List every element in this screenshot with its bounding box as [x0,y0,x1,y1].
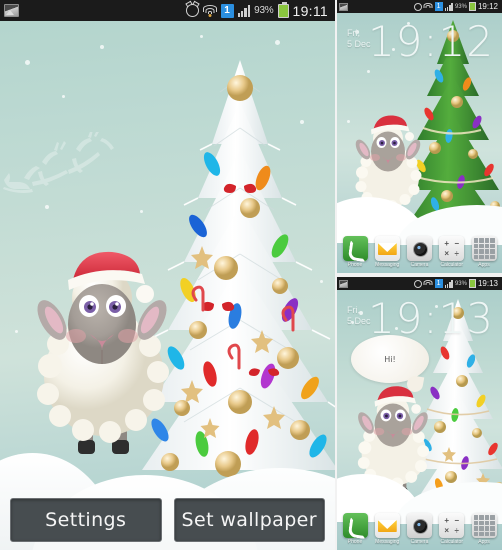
battery-icon [468,279,476,288]
wifi-icon [423,2,433,11]
phone-icon [342,513,368,538]
homescreen-preview-2: Hi! Fri, 5 Dec 19:13 1 93% 19:13 Phone M… [337,277,502,550]
dock-label: Messaging [375,539,400,545]
screenshot-stage: 1 93% 19:11 Settings Set wallpaper Fri, … [0,0,502,550]
alarm-clock-icon [185,4,199,17]
dock-item-apps[interactable]: Apps [469,513,499,545]
calculator-icon: + − × ÷ [439,236,465,261]
signal-bars-icon [237,4,251,17]
apps-grid-icon [471,513,497,538]
calc-minus: − [454,238,460,248]
alarm-clock-icon [413,2,422,11]
dock-item-calculator[interactable]: + − × ÷ Calculator [437,513,467,545]
image-icon [339,2,348,11]
wallpaper-preview-panel: 1 93% 19:11 Settings Set wallpaper [0,0,335,550]
dock-item-apps[interactable]: Apps [469,236,499,268]
dock-label: Camera [410,539,429,545]
signal-bars-icon [444,279,453,288]
status-clock: 19:11 [292,2,328,19]
battery-icon [468,2,476,11]
dock-label: Messaging [375,262,400,268]
dock-label: Calculator [440,262,463,268]
calc-divide: ÷ [454,525,459,535]
signal-bars-icon [444,2,453,11]
dock-label: Phone [347,539,363,545]
homescreen-clock-widget: 19:12 [367,17,494,66]
battery-percent-label: 93% [254,5,274,16]
sheep-character [37,251,169,454]
envelope-icon [374,236,400,261]
dock-item-camera[interactable]: Camera [405,513,435,545]
speech-bubble: Hi! [351,335,429,383]
homescreen-preview-1: Fri, 5 Dec 19:12 1 93% 19:12 Phone Messa… [337,0,502,273]
apps-grid-icon [471,236,497,261]
notification-badge: 1 [220,3,234,18]
battery-percent-label: 93% [454,3,467,10]
notification-badge: 1 [434,279,443,288]
battery-percent-label: 93% [454,280,467,287]
wallpaper-action-bar: Settings Set wallpaper [0,498,335,542]
image-icon [339,279,348,288]
dock-label: Apps [478,262,490,268]
dock-item-camera[interactable]: Camera [405,236,435,268]
camera-icon [407,236,432,261]
status-clock: 19:13 [477,279,498,288]
camera-icon [407,513,432,538]
android-status-bar: 1 93% 19:11 [0,0,335,21]
dock-item-messaging[interactable]: Messaging [372,513,402,545]
phone-icon [342,236,368,261]
wifi-icon [202,4,217,17]
calc-plus: + [444,515,450,525]
image-icon [4,4,19,17]
envelope-icon [374,513,400,538]
calc-times: × [444,248,450,258]
dock-label: Phone [347,262,363,268]
app-dock: Phone Messaging Camera + − × ÷ Calculato… [337,510,502,550]
santa-sleigh-icon [3,132,114,193]
dock-item-phone[interactable]: Phone [340,513,370,545]
speech-bubble-text: Hi! [384,354,396,364]
notification-badge: 1 [434,2,443,11]
wifi-icon [423,279,433,288]
calc-plus: + [444,238,450,248]
dock-label: Camera [410,262,429,268]
set-wallpaper-button[interactable]: Set wallpaper [173,498,325,542]
calc-times: × [444,525,450,535]
alarm-clock-icon [413,279,422,288]
dock-label: Calculator [440,539,463,545]
dock-item-phone[interactable]: Phone [340,236,370,268]
dock-label: Apps [478,539,490,545]
settings-button[interactable]: Settings [10,498,162,542]
dock-item-calculator[interactable]: + − × ÷ Calculator [437,236,467,268]
dock-item-messaging[interactable]: Messaging [372,236,402,268]
calc-divide: ÷ [454,248,459,258]
status-clock: 19:12 [477,2,498,11]
calc-minus: − [454,515,460,525]
battery-icon [277,1,289,18]
calculator-icon: + − × ÷ [439,513,465,538]
android-status-bar: 1 93% 19:13 [337,277,502,290]
app-dock: Phone Messaging Camera + − × ÷ Calculato… [337,233,502,273]
android-status-bar: 1 93% 19:12 [337,0,502,13]
